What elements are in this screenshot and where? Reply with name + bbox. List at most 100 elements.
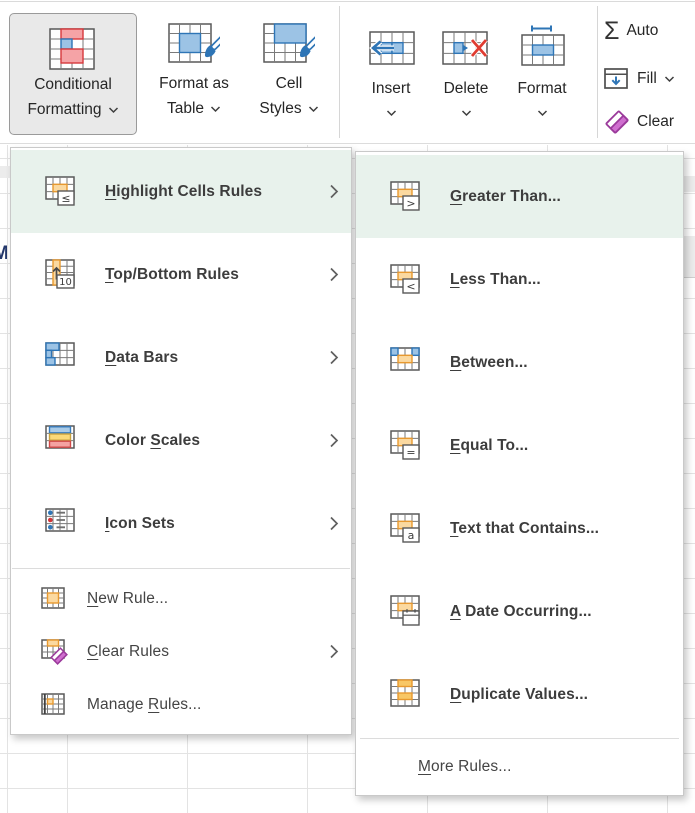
chevron-down-icon (386, 104, 397, 122)
chevron-down-icon (308, 96, 319, 121)
ribbon-bottom-border (0, 143, 695, 144)
submenu-arrow-icon (329, 432, 339, 449)
button-label-line: Cell (276, 71, 303, 96)
menu-item-label: Between... (450, 354, 528, 372)
menu-item-data-bars[interactable]: Data Bars (11, 316, 351, 399)
button-label: Insert (372, 76, 411, 101)
new-rule-icon (41, 587, 69, 611)
svg-text:=: = (406, 446, 415, 459)
menu-item-icon-sets[interactable]: Icon Sets (11, 482, 351, 565)
delete-button[interactable]: Delete (436, 13, 496, 135)
manage-rules-icon (41, 693, 69, 717)
top-bottom-icon: 10 (41, 259, 85, 291)
insert-button[interactable]: Insert (362, 13, 420, 135)
background-partial-text: M (0, 243, 7, 267)
menu-item-between[interactable]: Between... (356, 321, 683, 404)
format-as-table-icon (168, 13, 220, 71)
text-contains-icon: a (386, 513, 430, 545)
menu-item-equal-to[interactable]: = Equal To... (356, 404, 683, 487)
menu-item-more-rules[interactable]: More Rules... (356, 741, 683, 793)
menu-item-label: Text that Contains... (450, 520, 599, 538)
menu-item-label: Manage Rules... (87, 696, 201, 714)
menu-item-less-than[interactable]: <Less Than... (356, 238, 683, 321)
menu-item-greater-than[interactable]: > Greater Than... (356, 155, 683, 238)
date-occurring-icon (386, 595, 430, 629)
ribbon-group-divider (339, 6, 340, 138)
insert-icon (366, 29, 416, 69)
menu-item-duplicate-values[interactable]: Duplicate Values... (356, 653, 683, 736)
highlight-cells-rules-submenu: > Greater Than... <Less Than... Between... =… (355, 151, 684, 796)
menu-item-manage-rules[interactable]: Manage Rules... (11, 678, 351, 731)
menu-separator (360, 738, 679, 739)
svg-text:>: > (406, 197, 415, 210)
fill-button[interactable]: Fill (604, 64, 675, 94)
ribbon-top-border (0, 1, 695, 2)
background-gray-cell (0, 166, 10, 178)
chevron-down-icon (461, 104, 472, 122)
ribbon-group-divider (597, 6, 598, 138)
menu-item-label: More Rules... (418, 758, 511, 776)
submenu-arrow-icon (329, 266, 339, 283)
background-gray-cell (684, 176, 695, 192)
submenu-arrow-icon (329, 349, 339, 366)
chevron-down-icon (108, 97, 119, 122)
button-label: Format (517, 76, 566, 101)
menu-item-label: A Date Occurring... (450, 603, 592, 621)
ribbon: Conditional Formatting Format as Table C… (0, 0, 695, 145)
delete-icon (441, 29, 491, 69)
button-label-line: Styles (259, 96, 318, 121)
cell-styles-button[interactable]: Cell Styles (250, 13, 328, 135)
menu-item-label: Icon Sets (105, 515, 175, 533)
between-icon (386, 347, 430, 379)
greater-than-icon: > (386, 181, 430, 213)
menu-item-label: Duplicate Values... (450, 686, 588, 704)
highlight-cells-icon: ≤ (41, 176, 85, 208)
menu-item-label: Greater Than... (450, 188, 561, 206)
autosum-button[interactable]: Σ Auto (604, 16, 658, 46)
menu-item-label: Data Bars (105, 349, 178, 367)
menu-item-label: Highlight Cells Rules (105, 183, 262, 201)
menu-item-text-that-contains[interactable]: a Text that Contains... (356, 487, 683, 570)
menu-item-highlight-cells-rules[interactable]: ≤ Highlight Cells Rules (11, 150, 351, 233)
submenu-arrow-icon (329, 515, 339, 532)
eraser-icon (604, 109, 630, 135)
chevron-down-icon (537, 104, 548, 122)
conditional-formatting-button[interactable]: Conditional Formatting (9, 13, 137, 135)
format-icon (518, 21, 566, 69)
button-label: Delete (444, 76, 489, 101)
menu-item-label: Equal To... (450, 437, 528, 455)
menu-item-a-date-occurring[interactable]: A Date Occurring... (356, 570, 683, 653)
equal-to-icon: = (386, 430, 430, 462)
duplicate-values-icon (386, 679, 430, 711)
menu-item-clear-rules[interactable]: Clear Rules (11, 625, 351, 678)
clear-button[interactable]: Clear (604, 107, 674, 137)
sigma-icon: Σ (604, 19, 619, 44)
svg-text:<: < (406, 280, 415, 293)
format-button[interactable]: Format (510, 13, 574, 135)
less-than-icon: < (386, 264, 430, 296)
submenu-arrow-icon (329, 183, 339, 200)
menu-item-color-scales[interactable]: Color Scales (11, 399, 351, 482)
clear-rules-icon (41, 639, 69, 665)
icon-sets-icon (41, 508, 85, 540)
menu-item-label: New Rule... (87, 590, 168, 608)
menu-item-label: Clear Rules (87, 643, 169, 661)
button-label-line: Formatting (27, 97, 118, 122)
fill-icon (604, 67, 630, 91)
excel-conditional-formatting-screenshot: { "colors": { "selection_green": "#e8f2e… (0, 0, 695, 813)
button-label-line: Table (167, 96, 221, 121)
svg-text:a: a (408, 529, 415, 542)
button-label-line: Format as (159, 71, 229, 96)
menu-item-top-bottom-rules[interactable]: 10Top/Bottom Rules (11, 233, 351, 316)
cell-styles-icon (263, 13, 315, 71)
chevron-down-icon (664, 70, 675, 88)
background-gray-cell (684, 236, 695, 278)
conditional-formatting-menu: ≤ Highlight Cells Rules 10Top/Bottom Rules… (10, 147, 352, 735)
menu-separator (12, 568, 350, 569)
button-label: Clear (637, 113, 674, 131)
menu-item-new-rule[interactable]: New Rule... (11, 572, 351, 625)
format-as-table-button[interactable]: Format as Table (144, 13, 244, 135)
chevron-down-icon (210, 96, 221, 121)
submenu-arrow-icon (329, 643, 339, 660)
button-label-line: Conditional (34, 72, 112, 97)
